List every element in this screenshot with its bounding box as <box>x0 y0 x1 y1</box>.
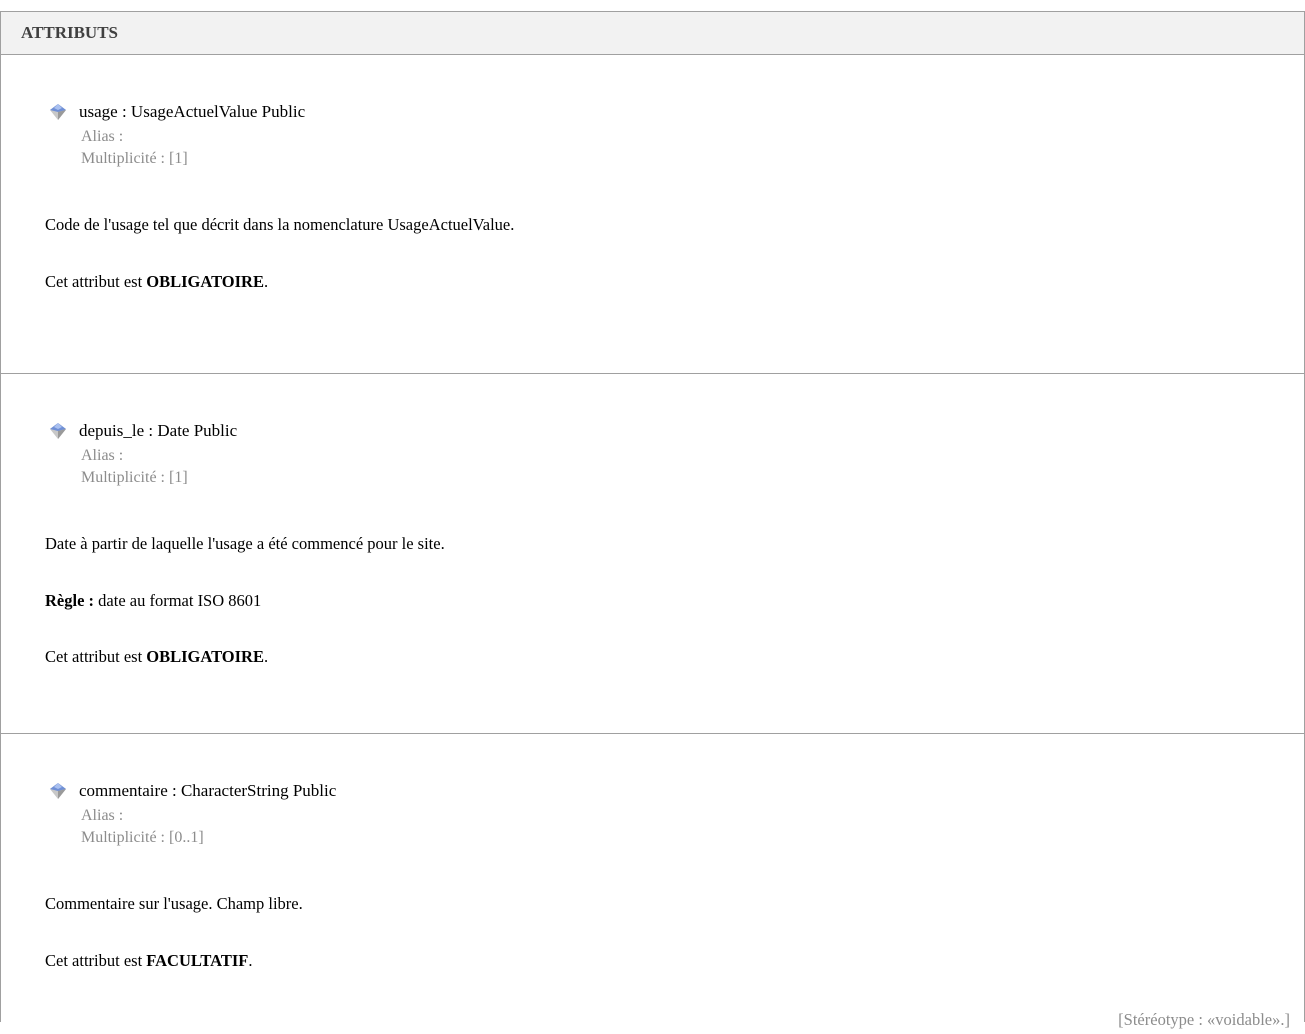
attribute-gem-icon <box>50 423 66 439</box>
attribute-meta: Alias : Multiplicité : [1] <box>81 445 188 489</box>
attribute-alias: Alias : <box>81 128 124 145</box>
attribute-status: Cet attribut est OBLIGATOIRE. <box>45 647 268 667</box>
rule-text: date au format ISO 8601 <box>94 591 262 610</box>
section-title: ATTRIBUTS <box>21 23 118 42</box>
attribute-block-depuis-le: depuis_le : Date Public Alias : Multipli… <box>1 374 1304 734</box>
status-value: FACULTATIF <box>146 951 249 970</box>
attribute-alias: Alias : <box>81 447 124 464</box>
status-suffix: . <box>263 647 269 666</box>
status-prefix: Cet attribut est <box>45 951 147 970</box>
attribute-multiplicity: Multiplicité : [0..1] <box>81 829 204 846</box>
attribute-gem-icon <box>50 783 66 799</box>
attribute-signature-text: depuis_le : Date Public <box>79 421 238 440</box>
attribute-gem-icon <box>50 104 66 120</box>
status-suffix: . <box>248 951 253 970</box>
rule-label: Règle : <box>45 591 95 610</box>
status-value: OBLIGATOIRE <box>146 647 264 666</box>
attribute-description: Date à partir de laquelle l'usage a été … <box>45 534 445 553</box>
status-prefix: Cet attribut est <box>45 272 147 291</box>
attribute-signature: commentaire : CharacterString Public <box>49 781 336 801</box>
section-header: ATTRIBUTS <box>1 12 1304 55</box>
attribute-meta: Alias : Multiplicité : [1] <box>81 126 188 170</box>
attribute-signature: usage : UsageActuelValue Public <box>49 102 305 122</box>
attribute-status: Cet attribut est OBLIGATOIRE. <box>45 272 268 292</box>
attribute-multiplicity: Multiplicité : [1] <box>81 150 188 167</box>
attribute-meta: Alias : Multiplicité : [0..1] <box>81 805 204 849</box>
attribute-description: Commentaire sur l'usage. Champ libre. <box>45 894 303 913</box>
attribute-block-usage: usage : UsageActuelValue Public Alias : … <box>1 55 1304 374</box>
status-suffix: . <box>263 272 269 291</box>
attribute-description: Code de l'usage tel que décrit dans la n… <box>45 215 515 234</box>
attributes-panel: ATTRIBUTS usage : UsageActuelValue Publi… <box>0 11 1305 1029</box>
attribute-block-commentaire: commentaire : CharacterString Public Ali… <box>1 734 1304 1034</box>
attribute-alias: Alias : <box>81 807 124 824</box>
attribute-signature: depuis_le : Date Public <box>49 421 237 441</box>
status-prefix: Cet attribut est <box>45 647 147 666</box>
attribute-signature-text: usage : UsageActuelValue Public <box>79 102 306 121</box>
status-value: OBLIGATOIRE <box>146 272 264 291</box>
attribute-multiplicity: Multiplicité : [1] <box>81 469 188 486</box>
attribute-status: Cet attribut est FACULTATIF. <box>45 951 252 971</box>
attribute-rule: Règle : date au format ISO 8601 <box>45 591 261 611</box>
stereotype-note: [Stéréotype : «voidable».] <box>1118 1010 1290 1029</box>
attribute-signature-text: commentaire : CharacterString Public <box>79 781 337 800</box>
